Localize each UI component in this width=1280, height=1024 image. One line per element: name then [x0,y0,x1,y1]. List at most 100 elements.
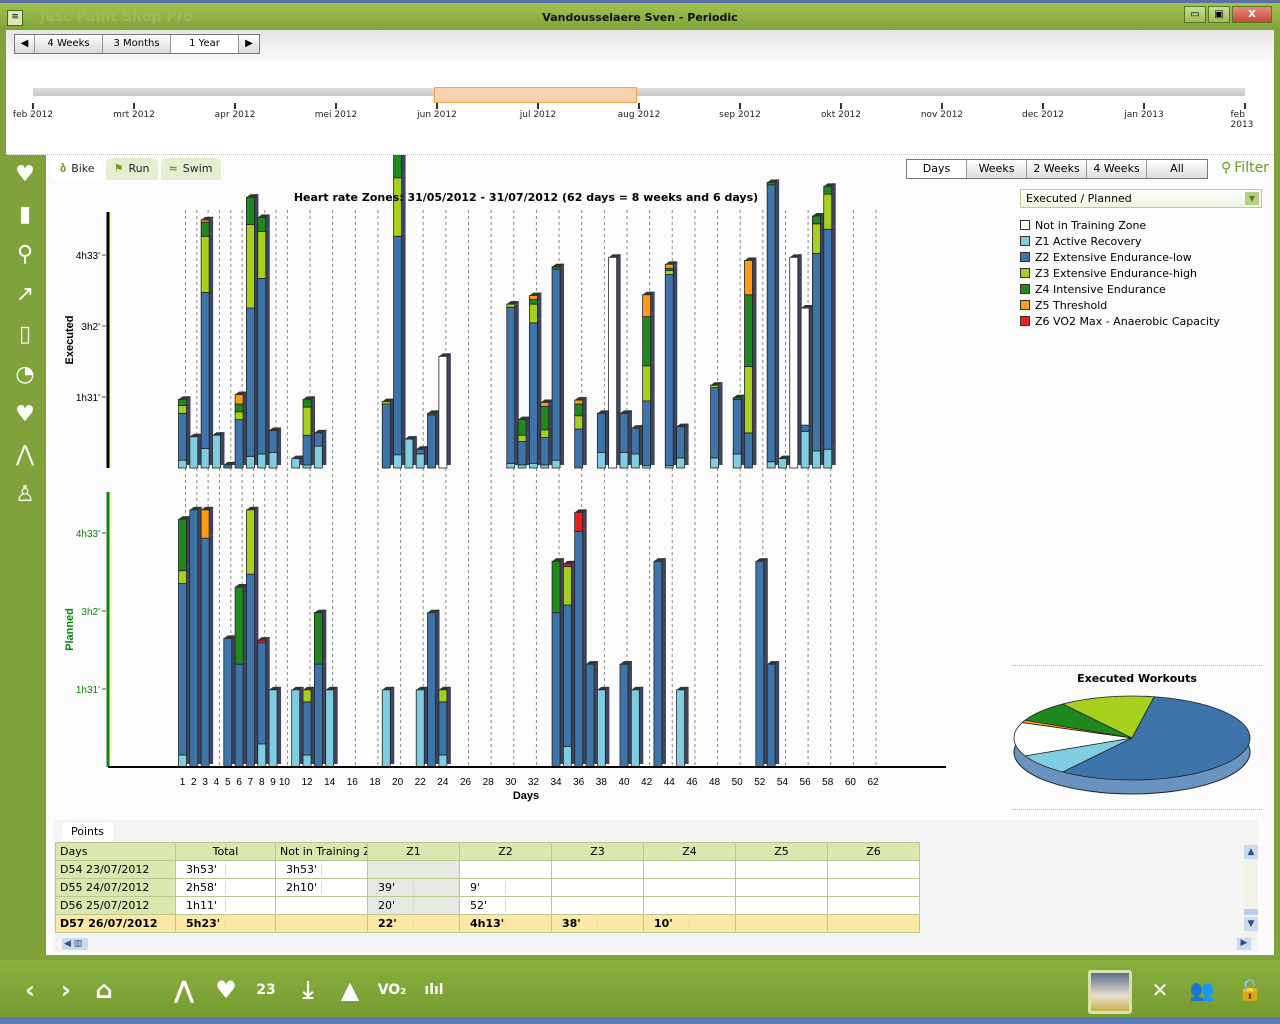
table-row[interactable]: D56 25/07/2012 1h11' 20' 52' [55,896,920,915]
vertical-scrollbar[interactable]: ▲ ▼ [1244,845,1258,940]
range-option-1-year[interactable]: 1 Year [171,35,239,53]
bar-segment-z4 [551,266,561,270]
range-option-4-weeks[interactable]: 4 Weeks [35,35,103,53]
bar-segment-z1 [415,453,425,469]
bar-segment-z4 [540,405,550,431]
timeline-month-label: mei 2012 [314,110,358,120]
sidebar-speedometer-icon[interactable]: ◔ [10,361,40,389]
column-header[interactable]: Z1 [367,842,460,861]
maximize-button[interactable]: ▣ [1208,6,1230,23]
sidebar-multisport-icon[interactable]: ⚲ [10,241,40,269]
scroll-thumb[interactable] [1244,909,1258,915]
minimize-button[interactable]: ▭ [1184,6,1206,23]
horizontal-scrollbar[interactable]: ◀ ▥ [62,938,88,950]
legend-swatch [1020,300,1030,310]
bar-segment-z2 [393,235,402,456]
period-4-weeks[interactable]: 4 Weeks [1087,160,1147,178]
x-tick-label: 2 [191,777,197,788]
sidebar-person-icon[interactable]: ♙ [10,481,40,509]
bar-segment-side [752,257,757,292]
scroll-down-button[interactable]: ▼ [1244,917,1258,931]
sidebar-progress-chart-icon[interactable]: ↗ [10,281,40,309]
bar-segment-z1 [596,689,606,768]
filter-button[interactable]: ⚲ Filter [1221,160,1272,176]
bar-segment-z1 [732,453,742,469]
period-all[interactable]: All [1147,160,1207,178]
bar-segment-z2 [427,612,436,768]
bar-segment-z1 [676,457,685,469]
compass-icon[interactable]: ⋀ [166,972,202,1008]
timeline-month-label: jun 2012 [417,110,457,120]
z3-cell: 38' [551,914,644,933]
bar-segment-z3 [710,384,719,389]
column-header[interactable]: Z3 [551,842,644,861]
download-icon[interactable]: ⤓ [290,972,326,1008]
bar-segment-side [265,228,270,276]
forward-icon[interactable]: › [48,972,84,1008]
range-option-3-months[interactable]: 3 Months [103,35,171,53]
x-tick-label: 52 [754,777,766,788]
close-button[interactable]: X [1232,6,1272,23]
column-header[interactable]: Z4 [643,842,736,861]
range-next-button[interactable]: ▶ [239,35,259,53]
bar-segment-z2 [268,430,278,453]
range-selector: ◀ 4 Weeks 3 Months 1 Year ▶ [14,34,260,54]
column-header[interactable]: Total [175,842,276,861]
bar-segment-side [446,698,451,752]
legend-swatch [1020,220,1030,230]
range-prev-button[interactable]: ◀ [15,35,35,53]
table-row[interactable]: D55 24/07/2012 2h58' 2h10' 39' 9' [55,878,920,897]
tools-icon[interactable]: ✕ [1142,972,1178,1008]
sidebar-heart-search-icon[interactable]: ♥ [10,161,40,189]
back-icon[interactable]: ‹ [12,972,48,1008]
chart-mode-dropdown[interactable]: Executed / Planned ▼ [1020,189,1262,208]
sidebar-battery-doc-icon[interactable]: ▯ [10,321,40,349]
bar-segment-z2 [234,663,244,768]
timeline-selection-window[interactable] [434,87,637,103]
chevron-down-icon[interactable]: ▼ [1245,192,1259,205]
home-icon[interactable]: ⌂ [86,972,122,1008]
bar-segment-z1 [630,689,640,768]
bar-segment-z2 [562,604,572,747]
bar-segment-z4 [302,398,312,408]
bar-segment-z1 [562,746,572,768]
bar-segment-side [209,233,214,290]
athlete-avatar[interactable] [1088,970,1132,1014]
bar-segment-side [639,686,644,764]
bar-segment-z2 [517,441,527,466]
bar-segment-side [752,291,757,364]
bar-segment-side [209,535,214,764]
sidebar-heart-battery-icon[interactable]: ♥ [10,401,40,429]
image-icon[interactable]: ▲ [332,972,368,1008]
stats-icon[interactable]: ılıl [416,972,452,1008]
column-header[interactable]: Z6 [827,842,920,861]
timeline-track[interactable] [33,88,1245,96]
column-header[interactable]: Not in Training Zone [275,842,368,861]
legend-item: Z2 Extensive Endurance-low [1020,249,1220,265]
table-row[interactable]: D54 23/07/2012 3h53' 3h53' [55,860,920,879]
team-icon[interactable]: 👥 [1184,972,1220,1008]
heart-icon[interactable]: ♥ [208,972,244,1008]
period-2-weeks[interactable]: 2 Weeks [1027,160,1087,178]
scroll-up-button[interactable]: ▲ [1244,845,1258,859]
calendar-icon[interactable]: 23 [248,972,284,1008]
sidebar-compass-icon[interactable]: ⋀ [10,441,40,469]
tab-points[interactable]: Points [62,823,114,841]
x-tick-label: 60 [845,777,857,788]
bar-segment-z1 [778,458,787,469]
bar-segment-z1 [529,462,538,469]
column-header[interactable]: Z2 [459,842,552,861]
column-header[interactable]: Z5 [735,842,828,861]
z4-cell [643,878,736,897]
bar-segment-z4 [766,182,776,186]
z6-cell [827,914,920,933]
z3-cell [551,860,644,879]
scroll-right-button[interactable]: ▶ [1237,938,1251,950]
lock-icon[interactable]: 🔓 [1232,972,1268,1008]
legend-item: Z6 VO2 Max - Anaerobic Capacity [1020,313,1220,329]
vo2max-icon[interactable]: VO₂ [374,972,410,1008]
table-row[interactable]: D57 26/07/2012 5h23' 22' 4h13' 38' 10' [55,914,920,933]
sidebar-battery-search-icon[interactable]: ▮ [10,201,40,229]
column-header[interactable]: Days [55,842,176,861]
x-tick-label: 16 [347,777,359,788]
